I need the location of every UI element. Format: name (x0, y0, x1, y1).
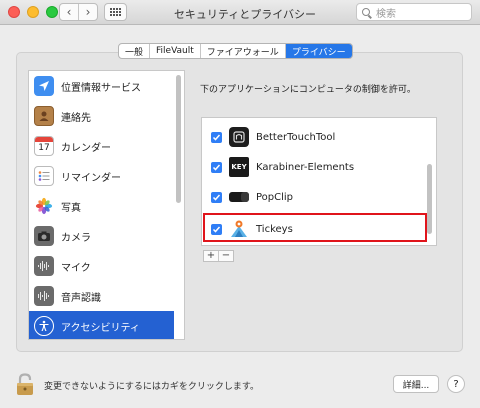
app-row-karabiner-elements: KEY Karabiner-Elements (202, 152, 428, 182)
search-icon (362, 8, 370, 16)
sidebar-item-microphone[interactable]: マイク (29, 251, 174, 281)
tab-privacy[interactable]: プライバシー (285, 44, 352, 58)
app-checkbox[interactable] (211, 161, 222, 173)
sidebar-item-label: 音声認識 (61, 292, 101, 304)
forward-button[interactable]: › (79, 4, 97, 20)
checkmark-icon (212, 164, 221, 171)
show-all-button[interactable] (104, 3, 127, 21)
sidebar-item-label: カレンダー (61, 142, 111, 154)
remove-app-button[interactable]: − (219, 251, 233, 261)
tickeys-highlight-box (203, 213, 427, 242)
sidebar-item-reminders[interactable]: リマインダー (29, 161, 174, 191)
add-remove-controls: + − (203, 250, 234, 262)
checkmark-icon (212, 194, 221, 201)
calendar-day: 17 (38, 143, 50, 153)
app-checkbox[interactable] (211, 131, 222, 143)
help-button[interactable]: ? (447, 375, 465, 393)
popclip-icon (229, 187, 249, 207)
reminders-icon (34, 166, 54, 186)
bettertouchtool-icon (229, 127, 249, 147)
chevron-right-icon: › (85, 5, 91, 19)
photos-icon (34, 196, 54, 216)
close-window-button[interactable] (8, 6, 20, 18)
chevron-left-icon: ‹ (66, 5, 72, 19)
app-name: Karabiner-Elements (256, 161, 355, 173)
location-icon (34, 76, 54, 96)
sidebar-item-label: 写真 (61, 202, 81, 214)
speech-recognition-icon (34, 286, 54, 306)
checkmark-icon (212, 134, 221, 141)
calendar-icon: 17 (34, 136, 54, 156)
lock-instruction: 変更できないようにするにはカギをクリックします。 (44, 382, 260, 392)
search-field[interactable]: 検索 (356, 3, 472, 21)
app-row-bettertouchtool: BetterTouchTool (202, 122, 428, 152)
sidebar-item-label: マイク (61, 262, 91, 274)
sidebar-item-camera[interactable]: カメラ (29, 221, 174, 251)
zoom-window-button[interactable] (46, 6, 58, 18)
sidebar-item-label: 位置情報サービス (61, 82, 141, 94)
tab-firewall[interactable]: ファイアウォール (201, 44, 286, 58)
sidebar-item-calendar[interactable]: 17 カレンダー (29, 131, 174, 161)
app-checkbox[interactable] (211, 191, 222, 203)
tab-filevault[interactable]: FileVault (150, 44, 201, 58)
grid-icon (110, 8, 121, 16)
contacts-icon (34, 106, 54, 126)
permission-description: 下のアプリケーションにコンピュータの制御を許可。 (200, 85, 416, 95)
navigation-buttons: ‹ › (59, 3, 98, 21)
sidebar-item-label: アクセシビリティ (61, 322, 140, 334)
karabiner-icon-text: KEY (231, 163, 247, 171)
sidebar-item-label: カメラ (61, 232, 91, 244)
lock-icon[interactable] (14, 372, 36, 396)
window-title: セキュリティとプライバシー (173, 8, 317, 21)
sidebar-scrollbar[interactable] (176, 75, 181, 203)
sidebar-item-accessibility[interactable]: アクセシビリティ (29, 311, 174, 339)
microphone-icon (34, 256, 54, 276)
tab-bar: 一般 FileVault ファイアウォール プライバシー (118, 43, 353, 59)
app-list-scrollbar[interactable] (427, 164, 432, 234)
sidebar-item-location-services[interactable]: 位置情報サービス (29, 71, 174, 101)
back-button[interactable]: ‹ (60, 4, 79, 20)
search-placeholder: 検索 (376, 8, 396, 20)
sidebar-item-contacts[interactable]: 連絡先 (29, 101, 174, 131)
camera-icon (34, 226, 54, 246)
minimize-window-button[interactable] (27, 6, 39, 18)
sidebar-item-label: 連絡先 (61, 112, 91, 124)
sidebar-item-photos[interactable]: 写真 (29, 191, 174, 221)
advanced-button[interactable]: 詳細... (393, 375, 439, 393)
tab-general[interactable]: 一般 (119, 44, 151, 58)
sidebar-item-label: リマインダー (61, 172, 121, 184)
app-row-popclip: PopClip (202, 182, 428, 212)
karabiner-icon: KEY (229, 157, 249, 177)
add-app-button[interactable]: + (204, 251, 219, 261)
accessibility-icon (34, 316, 54, 336)
app-name: PopClip (256, 191, 294, 203)
title-bar: ‹ › セキュリティとプライバシー 検索 (0, 0, 480, 25)
privacy-category-list[interactable]: 位置情報サービス 連絡先 17 カレンダー リマインダー 写真 カメラ マイク … (28, 70, 185, 340)
app-name: BetterTouchTool (256, 131, 336, 143)
sidebar-item-speech-recognition[interactable]: 音声認識 (29, 281, 174, 311)
